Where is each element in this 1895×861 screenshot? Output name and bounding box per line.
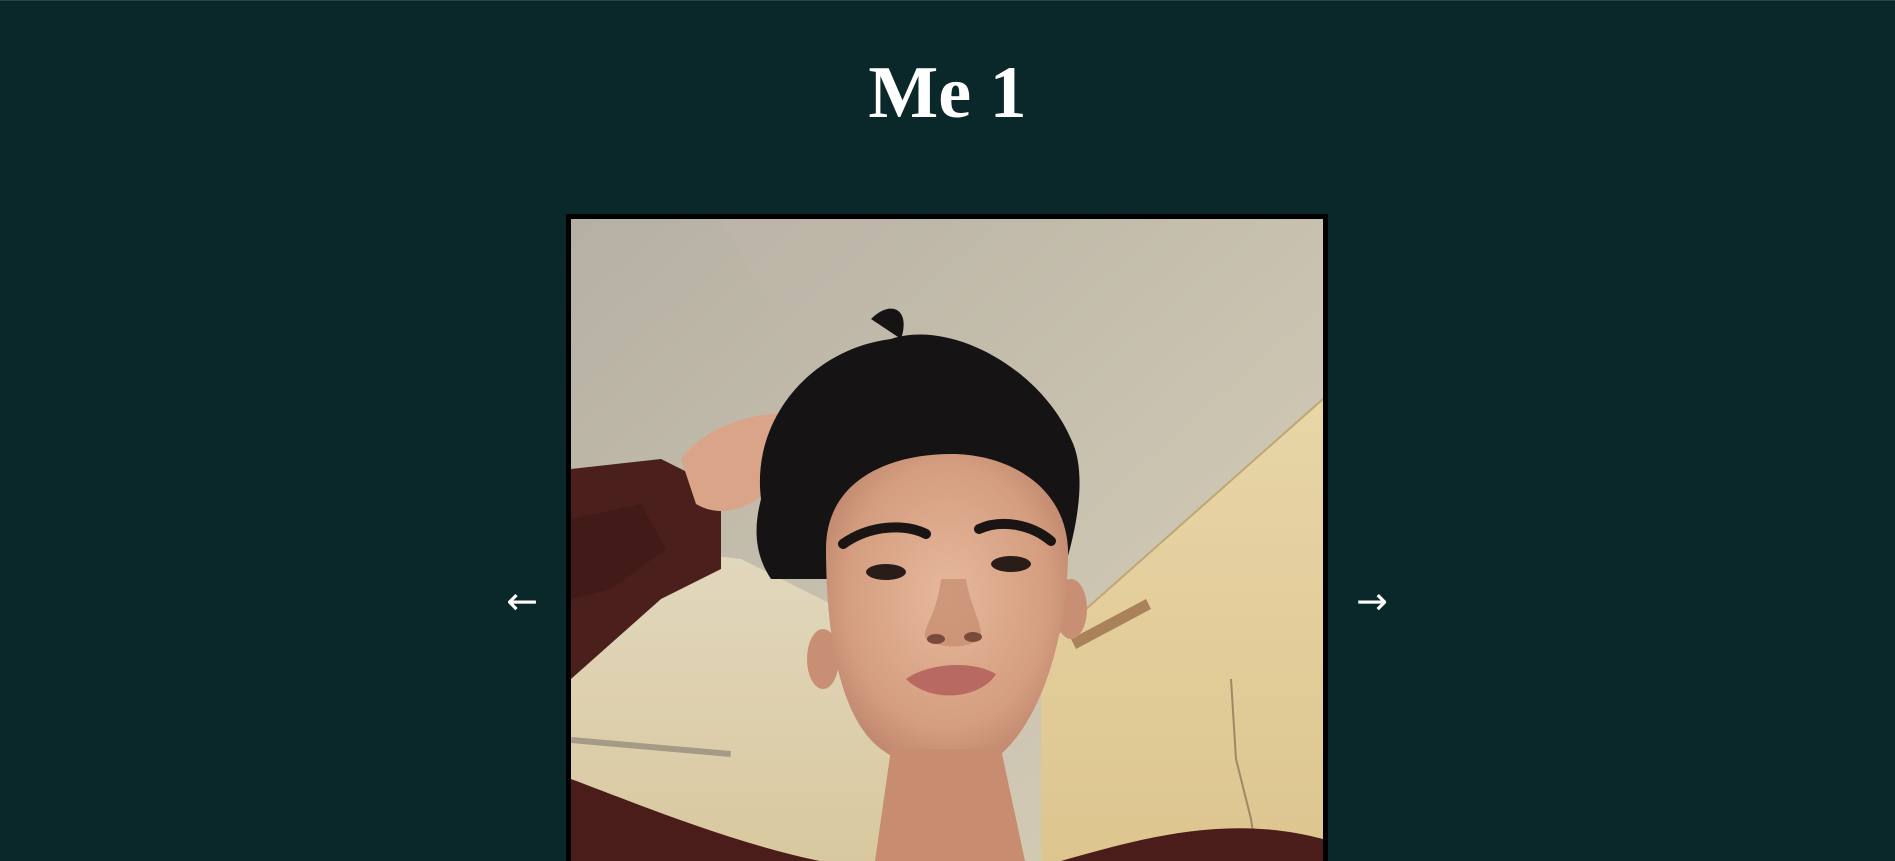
- slide-photo-frame: [566, 214, 1328, 861]
- previous-arrow-button[interactable]: ←: [492, 576, 552, 626]
- slide-title: Me 1: [868, 52, 1027, 134]
- next-arrow-button[interactable]: →: [1342, 576, 1402, 626]
- slideshow-page: Me 1 ← →: [0, 0, 1895, 861]
- selfie-photo: [571, 219, 1323, 861]
